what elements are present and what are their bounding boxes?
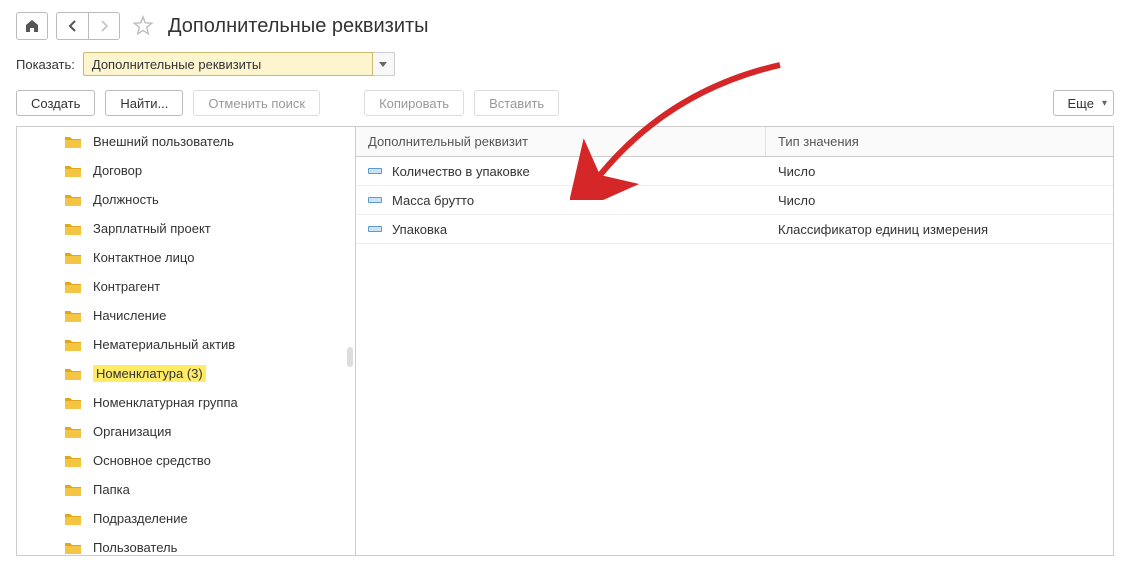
attribute-type: Классификатор единиц измерения [766, 222, 1113, 237]
create-button[interactable]: Создать [16, 90, 95, 116]
attribute-type: Число [766, 193, 1113, 208]
forward-button[interactable] [88, 12, 120, 40]
table-row[interactable]: Количество в упаковке Число [356, 157, 1113, 186]
attribute-icon [368, 226, 382, 232]
attribute-name: Упаковка [392, 222, 447, 237]
folder-icon [65, 396, 81, 409]
table-row[interactable]: Масса брутто Число [356, 186, 1113, 215]
attribute-icon [368, 197, 382, 203]
tree-item-label: Зарплатный проект [93, 221, 211, 236]
folder-icon [65, 193, 81, 206]
tree-item-label: Номенклатурная группа [93, 395, 238, 410]
tree-item-label: Внешний пользователь [93, 134, 234, 149]
attribute-type: Число [766, 164, 1113, 179]
tree-item[interactable]: Номенклатурная группа [17, 388, 355, 417]
favorite-star-icon[interactable] [132, 15, 154, 37]
tree-item[interactable]: Внешний пользователь [17, 127, 355, 156]
folder-icon [65, 425, 81, 438]
tree-item-label: Должность [93, 192, 159, 207]
home-button[interactable] [16, 12, 48, 40]
table-row[interactable]: Упаковка Классификатор единиц измерения [356, 215, 1113, 244]
column-header-attribute[interactable]: Дополнительный реквизит [356, 127, 766, 156]
tree-item[interactable]: Номенклатура (3) [17, 359, 355, 388]
folder-icon [65, 309, 81, 322]
scrollbar[interactable] [347, 347, 353, 367]
folder-icon [65, 280, 81, 293]
tree-item[interactable]: Нематериальный актив [17, 330, 355, 359]
tree-item[interactable]: Папка [17, 475, 355, 504]
category-tree[interactable]: Внешний пользователь Договор Должность Зарп… [16, 126, 356, 556]
tree-item-label: Контрагент [93, 279, 160, 294]
tree-item-label: Пользователь [93, 540, 177, 555]
tree-item-label: Договор [93, 163, 142, 178]
tree-item-label: Нематериальный актив [93, 337, 235, 352]
column-header-type[interactable]: Тип значения [766, 127, 1113, 156]
back-button[interactable] [56, 12, 88, 40]
attribute-name: Масса брутто [392, 193, 474, 208]
folder-icon [65, 135, 81, 148]
arrow-right-icon [98, 20, 110, 32]
more-button[interactable]: Еще [1053, 90, 1114, 116]
folder-icon [65, 512, 81, 525]
tree-item[interactable]: Должность [17, 185, 355, 214]
page-title: Дополнительные реквизиты [168, 15, 429, 38]
folder-icon [65, 483, 81, 496]
folder-icon [65, 251, 81, 264]
tree-item[interactable]: Основное средство [17, 446, 355, 475]
tree-item[interactable]: Начисление [17, 301, 355, 330]
tree-item-label: Контактное лицо [93, 250, 194, 265]
cancel-search-button[interactable]: Отменить поиск [193, 90, 320, 116]
paste-button[interactable]: Вставить [474, 90, 559, 116]
filter-select-input[interactable] [83, 52, 373, 76]
copy-button[interactable]: Копировать [364, 90, 464, 116]
find-button[interactable]: Найти... [105, 90, 183, 116]
attribute-icon [368, 168, 382, 174]
folder-icon [65, 541, 81, 554]
tree-item-label: Номенклатура (3) [93, 365, 206, 382]
tree-item[interactable]: Подразделение [17, 504, 355, 533]
filter-dropdown-button[interactable] [373, 52, 395, 76]
attribute-name: Количество в упаковке [392, 164, 530, 179]
tree-item-label: Папка [93, 482, 130, 497]
attributes-table: Дополнительный реквизит Тип значения Кол… [356, 126, 1114, 556]
tree-item[interactable]: Договор [17, 156, 355, 185]
home-icon [25, 19, 39, 33]
tree-item-label: Организация [93, 424, 171, 439]
folder-icon [65, 164, 81, 177]
filter-label: Показать: [16, 57, 75, 72]
folder-icon [65, 338, 81, 351]
tree-item[interactable]: Контактное лицо [17, 243, 355, 272]
tree-item[interactable]: Пользователь [17, 533, 355, 556]
chevron-down-icon [379, 62, 387, 67]
tree-item-label: Основное средство [93, 453, 211, 468]
folder-icon [65, 222, 81, 235]
arrow-left-icon [67, 20, 79, 32]
tree-item[interactable]: Зарплатный проект [17, 214, 355, 243]
tree-item-label: Начисление [93, 308, 166, 323]
tree-item[interactable]: Организация [17, 417, 355, 446]
folder-icon [65, 367, 81, 380]
tree-item[interactable]: Контрагент [17, 272, 355, 301]
folder-icon [65, 454, 81, 467]
tree-item-label: Подразделение [93, 511, 188, 526]
